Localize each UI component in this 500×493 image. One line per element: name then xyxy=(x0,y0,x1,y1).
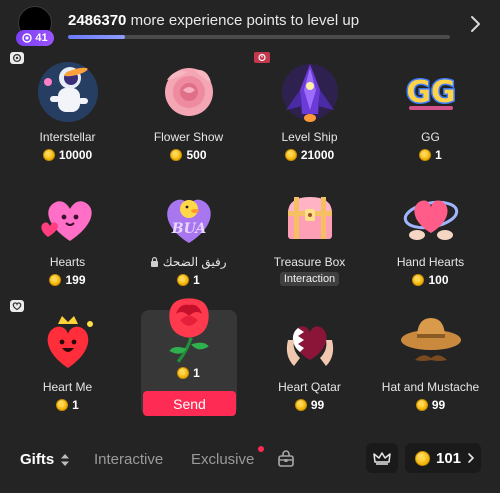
gift-name: Heart Qatar xyxy=(278,380,341,394)
gift-price-value: 1 xyxy=(193,273,200,287)
xp-label: more experience points to level up xyxy=(130,12,360,29)
gift-item[interactable]: Hand Hearts 100 xyxy=(372,177,489,299)
gift-price-value: 500 xyxy=(186,148,207,162)
coin-icon xyxy=(419,149,432,161)
gift-item[interactable]: Level Ship 21000 xyxy=(251,52,368,174)
gift-price: 500 xyxy=(170,148,207,162)
subscription-button[interactable] xyxy=(366,443,398,473)
gift-name: Heart Me xyxy=(42,380,93,394)
gift-price-value: 10000 xyxy=(58,148,93,162)
gift-item[interactable]: Hat and Mustache 99 xyxy=(372,302,489,424)
gg-text-icon: GG xyxy=(404,74,456,112)
pink-rose-icon xyxy=(164,68,213,116)
coin-icon xyxy=(294,399,307,411)
notification-dot xyxy=(258,446,264,452)
gift-price: 1 xyxy=(177,366,200,380)
gift-price: 21000 xyxy=(284,148,335,162)
gift-price-value: 1 xyxy=(72,398,79,412)
gift-box-icon[interactable] xyxy=(277,450,295,468)
gift-name: رفيق الضحك xyxy=(150,255,227,269)
level-gem-icon xyxy=(22,33,33,43)
gift-item[interactable]: Treasure Box Interaction xyxy=(251,177,368,299)
coin-icon xyxy=(415,399,428,411)
xp-progress-fill xyxy=(68,35,126,39)
svg-text:GG: GG xyxy=(406,75,455,110)
coin-icon xyxy=(177,274,190,286)
gift-item[interactable]: Interstellar 10000 xyxy=(9,52,126,174)
gift-price: 1 xyxy=(56,398,79,412)
coin-icon xyxy=(49,274,62,286)
coin-icon xyxy=(284,149,297,161)
gift-price-value: 199 xyxy=(65,273,86,287)
svg-text:BUA: BUA xyxy=(170,221,206,237)
sort-icon xyxy=(61,454,70,467)
gift-item[interactable]: Heart Me 1 xyxy=(9,302,126,424)
gift-price-value: 99 xyxy=(310,398,325,412)
gift-name: Flower Show xyxy=(153,130,224,144)
gift-item[interactable]: BUA رفيق الضحك 1 xyxy=(130,177,247,299)
gift-price-value: 1 xyxy=(193,366,200,380)
coin-icon xyxy=(412,274,425,286)
coin-balance: 101 xyxy=(436,449,462,467)
spaceship-icon xyxy=(281,64,338,122)
gift-price: 199 xyxy=(49,273,86,287)
gift-price-value: 21000 xyxy=(300,148,335,162)
gift-name: Level Ship xyxy=(281,130,338,144)
gift-item[interactable]: Hearts 199 xyxy=(9,177,126,299)
gift-name: Hearts xyxy=(49,255,86,269)
xp-header[interactable]: 41 2486370 more experience points to lev… xyxy=(0,0,500,52)
gift-item[interactable]: Flower Show 500 xyxy=(130,52,247,174)
xp-message: 2486370 more experience points to level … xyxy=(68,12,359,29)
level-number: 41 xyxy=(35,32,48,44)
astronaut-icon xyxy=(37,62,98,122)
gift-name: GG xyxy=(421,130,440,144)
xp-progress-bar xyxy=(68,35,450,39)
treasure-chest-icon xyxy=(287,197,332,239)
interaction-tag: Interaction xyxy=(279,272,340,286)
duck-bua-icon: BUA xyxy=(166,199,211,243)
gift-price: 99 xyxy=(294,398,325,412)
xp-amount: 2486370 xyxy=(68,12,127,29)
red-rose-icon xyxy=(168,298,209,363)
gift-name: Interstellar xyxy=(39,130,96,144)
crown-icon xyxy=(373,452,391,465)
chevron-right-icon[interactable] xyxy=(468,14,482,34)
level-badge: 41 xyxy=(16,30,54,46)
coin-icon xyxy=(56,399,69,411)
hand-hearts-icon xyxy=(403,200,458,240)
tab-gifts-label: Gifts xyxy=(20,451,55,468)
qatar-heart-hands-icon xyxy=(286,326,333,366)
lock-icon xyxy=(150,256,159,267)
gift-price-value: 99 xyxy=(431,398,446,412)
send-button[interactable]: Send xyxy=(143,391,236,416)
gift-price: 99 xyxy=(415,398,446,412)
gift-name: Hat and Mustache xyxy=(381,380,480,394)
bottom-bar: Gifts Interactive Exclusive 101 xyxy=(0,438,500,493)
gift-price: 10000 xyxy=(42,148,93,162)
gift-item[interactable]: GG GG 1 xyxy=(372,52,489,174)
coin-icon xyxy=(170,149,183,161)
chevron-right-icon xyxy=(468,453,475,463)
gift-price-value: 100 xyxy=(428,273,449,287)
gift-name-text: رفيق الضحك xyxy=(162,255,227,269)
coin-icon xyxy=(177,367,190,379)
tab-exclusive[interactable]: Exclusive xyxy=(191,451,254,468)
gift-price: 100 xyxy=(412,273,449,287)
gift-name: Treasure Box xyxy=(273,255,346,269)
crowned-heart-icon xyxy=(47,316,93,368)
tab-interactive[interactable]: Interactive xyxy=(94,451,163,468)
tab-gifts[interactable]: Gifts xyxy=(20,451,70,468)
gift-price: 1 xyxy=(177,273,200,287)
pink-hearts-icon xyxy=(40,201,92,241)
coin-balance-button[interactable]: 101 xyxy=(405,443,481,473)
cowboy-hat-mustache-icon xyxy=(400,318,461,361)
gift-price-value: 1 xyxy=(435,148,442,162)
gift-item[interactable]: Heart Qatar 99 xyxy=(251,302,368,424)
gift-item-selected[interactable]: 1 xyxy=(130,292,247,384)
gift-price: 1 xyxy=(419,148,442,162)
gift-name: Hand Hearts xyxy=(396,255,465,269)
coin-icon xyxy=(415,450,430,466)
coin-icon xyxy=(42,149,55,161)
